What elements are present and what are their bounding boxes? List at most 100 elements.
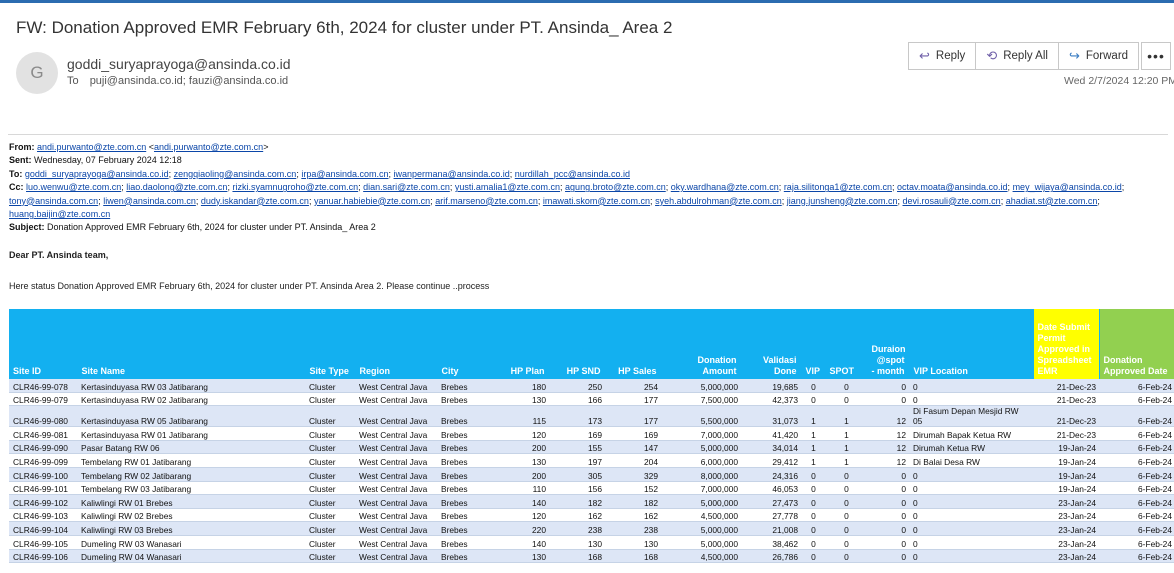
to-recipients[interactable]: puji@ansinda.co.id; fauzi@ansinda.co.id <box>90 75 288 87</box>
table-cell: 19-Jan-24 <box>1033 467 1099 482</box>
table-cell: 27,778 <box>741 508 801 523</box>
column-header[interactable]: HP Sales <box>605 309 662 379</box>
column-header[interactable]: Site ID <box>9 309 78 379</box>
cc-address-link[interactable]: mey_wijaya@ansinda.co.id <box>1013 182 1122 192</box>
table-row: CLR46-99-106 Dumeling RW 04 Wanasari Clust… <box>9 549 1174 564</box>
column-header[interactable]: HP SND <box>549 309 606 379</box>
table-cell: 168 <box>549 549 605 564</box>
to-address-link[interactable]: iwanpermana@ansinda.co.id <box>394 169 510 179</box>
cc-address-link[interactable]: ahadiat.st@zte.com.cn <box>1006 196 1098 206</box>
from-link-2[interactable]: andi.purwanto@zte.com.cn <box>154 142 263 152</box>
cc-address-link[interactable]: rizki.syamnugroho@zte.com.cn <box>232 182 358 192</box>
cc-address-link[interactable]: dudy.iskandar@zte.com.cn <box>201 196 309 206</box>
cc-address-link[interactable]: yusti.amalia1@zte.com.cn <box>455 182 560 192</box>
reply-label: Reply <box>935 50 966 62</box>
table-cell: 152 <box>605 481 661 496</box>
table-cell: 130 <box>493 453 549 468</box>
cc-address-link[interactable]: arif.marseno@zte.com.cn <box>435 196 538 206</box>
column-header[interactable]: Site Name <box>77 309 306 379</box>
from-link[interactable]: andi.purwanto@zte.com.cn <box>37 142 146 152</box>
cc-address-link[interactable]: oky.wardhana@zte.com.cn <box>671 182 779 192</box>
cc-address-link[interactable]: huang.baijin@zte.com.cn <box>9 209 110 219</box>
column-header[interactable]: VIP Location <box>909 309 1034 379</box>
cc-address-link[interactable]: imawati.skom@zte.com.cn <box>543 196 650 206</box>
table-cell: 197 <box>549 453 605 468</box>
column-header[interactable]: VIP <box>801 309 826 379</box>
column-header[interactable]: Date Submit Permit Approved in Spreadshe… <box>1033 309 1100 379</box>
sent-value: Wednesday, 07 February 2024 12:18 <box>34 155 182 166</box>
column-header[interactable]: HP Plan <box>493 309 550 379</box>
to-address-link[interactable]: irpa@ansinda.com.cn <box>301 169 388 179</box>
to-address-link[interactable]: goddi_suryaprayoga@ansinda.co.id <box>25 169 169 179</box>
table-cell: 12 <box>867 426 909 441</box>
column-header[interactable]: Donation Amount <box>661 309 742 379</box>
table-cell: Kaliwlingi RW 01 Brebes <box>77 494 305 509</box>
cc-address-link[interactable]: tony@ansinda.com.cn <box>9 196 98 206</box>
cc-address-link[interactable]: luo.wenwu@zte.com.cn <box>26 182 121 192</box>
column-header[interactable]: Duraion @spot - month <box>867 309 910 379</box>
table-row: CLR46-99-081 Kertasinduyasa RW 01 Jatibar… <box>9 426 1174 441</box>
table-cell: West Central Java <box>355 405 437 428</box>
table-cell: 1 <box>801 440 825 455</box>
reply-all-button[interactable]: ⟲ Reply All <box>976 42 1059 70</box>
to-address-link[interactable]: zengqiaoling@ansinda.com.cn <box>174 169 297 179</box>
to-label-forwarded: To: <box>9 168 23 179</box>
table-cell: 6-Feb-24 <box>1099 481 1174 496</box>
sender-avatar[interactable]: G <box>16 52 58 94</box>
cc-address-link[interactable]: liwen@ansinda.com.cn <box>103 196 196 206</box>
reply-button[interactable]: ↩ Reply <box>908 42 977 70</box>
table-cell: 6-Feb-24 <box>1099 440 1174 455</box>
cc-address-link[interactable]: octav.moata@ansinda.co.id <box>897 182 1008 192</box>
cc-address-link[interactable]: jiang.junsheng@zte.com.cn <box>787 196 898 206</box>
table-cell: 166 <box>549 392 605 407</box>
table-cell: 19-Jan-24 <box>1033 481 1099 496</box>
table-cell: 1 <box>801 453 825 468</box>
table-cell: 0 <box>825 379 867 393</box>
table-cell: 168 <box>605 549 661 564</box>
table-cell: 0 <box>801 467 825 482</box>
table-cell: 23-Jan-24 <box>1033 535 1099 550</box>
cc-address-link[interactable]: raja.silitonga1@zte.com.cn <box>784 182 892 192</box>
donation-table: Site ID Site Name Site Type Region City HP Pl… <box>9 309 1174 564</box>
table-cell: 21-Dec-23 <box>1033 426 1099 441</box>
to-address-link[interactable]: nurdillah_pcc@ansinda.co.id <box>515 169 630 179</box>
table-cell: 169 <box>605 426 661 441</box>
column-header[interactable]: SPOT <box>825 309 868 379</box>
table-cell: 6-Feb-24 <box>1099 392 1174 407</box>
table-cell: 130 <box>549 535 605 550</box>
table-cell: Brebes <box>437 467 493 482</box>
table-cell: 6-Feb-24 <box>1099 521 1174 536</box>
table-row: CLR46-99-099 Tembelang RW 01 Jatibarang Cl… <box>9 453 1174 468</box>
cc-address-link[interactable]: devi.rosauli@zte.com.cn <box>903 196 1001 206</box>
column-header[interactable]: Validasi Done <box>741 309 802 379</box>
table-row: CLR46-99-079 Kertasinduyasa RW 02 Jatibar… <box>9 392 1174 407</box>
cc-address-link[interactable]: agung.broto@zte.com.cn <box>565 182 666 192</box>
reply-all-label: Reply All <box>1003 50 1048 62</box>
cc-address-link[interactable]: yanuar.habiebie@zte.com.cn <box>314 196 430 206</box>
table-cell: 23-Jan-24 <box>1033 508 1099 523</box>
table-cell: Cluster <box>305 379 355 393</box>
cc-line: Cc: luo.wenwu@zte.com.cn; liao.daolong@z… <box>9 181 1169 221</box>
column-header[interactable]: City <box>437 309 494 379</box>
to-line-forwarded: To: goddi_suryaprayoga@ansinda.co.id; ze… <box>9 168 1169 181</box>
cc-address-link[interactable]: syeh.abdulrohman@zte.com.cn <box>655 196 782 206</box>
table-cell: Brebes <box>437 508 493 523</box>
table-cell: CLR46-99-081 <box>9 426 77 441</box>
table-cell: 0 <box>909 494 1033 509</box>
table-cell: 6,000,000 <box>661 453 741 468</box>
header-divider <box>8 134 1168 135</box>
column-header[interactable]: Site Type <box>305 309 356 379</box>
table-cell: 6-Feb-24 <box>1099 453 1174 468</box>
column-header[interactable]: Region <box>355 309 438 379</box>
table-cell: 38,462 <box>741 535 801 550</box>
table-cell: Cluster <box>305 405 355 428</box>
forward-button[interactable]: ↪ Forward <box>1058 42 1140 70</box>
table-cell: Tembelang RW 01 Jatibarang <box>77 453 305 468</box>
more-actions-button[interactable]: ••• <box>1141 42 1171 70</box>
cc-address-link[interactable]: dian.sari@zte.com.cn <box>363 182 450 192</box>
table-cell: 0 <box>909 521 1033 536</box>
cc-address-link[interactable]: liao.daolong@zte.com.cn <box>126 182 227 192</box>
column-header[interactable]: Donation Approved Date <box>1099 309 1174 379</box>
sender-address[interactable]: goddi_suryaprayoga@ansinda.co.id <box>67 56 291 72</box>
table-cell: 6-Feb-24 <box>1099 494 1174 509</box>
